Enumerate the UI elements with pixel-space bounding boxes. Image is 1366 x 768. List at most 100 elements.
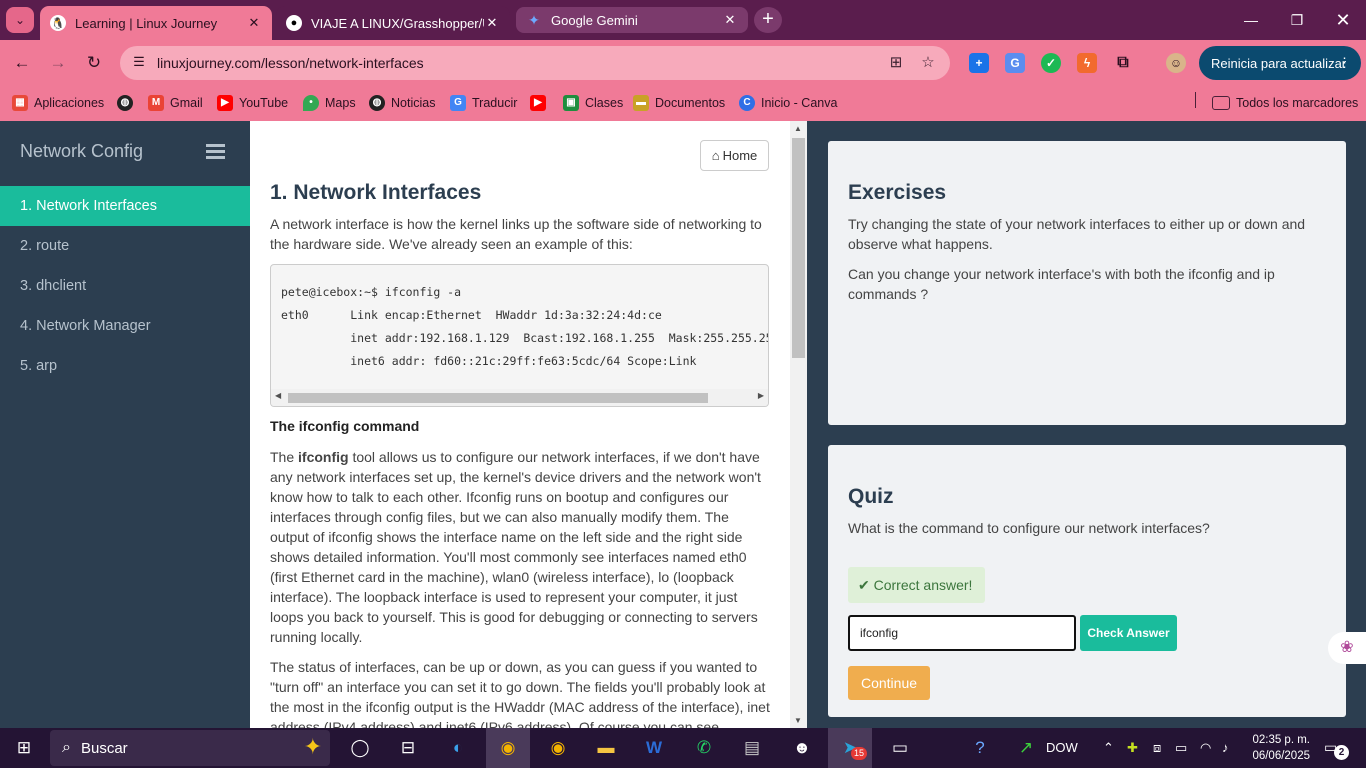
tab-github[interactable]: ● VIAJE A LINUX/Grasshopper/Us ✕ <box>276 6 510 40</box>
chevron-up-icon[interactable]: ⌃ <box>1103 728 1114 768</box>
all-bookmarks[interactable]: Todos los marcadores <box>1212 93 1358 113</box>
forward-button[interactable]: → <box>45 50 71 76</box>
reload-button[interactable]: ↻ <box>81 50 107 76</box>
sidebar-item-route[interactable]: 2. route <box>0 226 250 266</box>
terminal-icon[interactable]: ▭ <box>878 728 922 768</box>
scrollbar-thumb[interactable] <box>288 393 708 403</box>
brain-extension-icon[interactable]: ❀ <box>1328 632 1366 664</box>
bookmark-news[interactable]: ◍ Noticias <box>369 93 435 113</box>
bookmark-apps[interactable]: ▦ Aplicaciones <box>12 93 104 113</box>
extensions-puzzle-icon[interactable]: ⧉ <box>1113 53 1133 73</box>
wifi-icon[interactable]: ◠ <box>1200 728 1211 768</box>
code-line: inet addr:192.168.1.129 Bcast:192.168.1.… <box>281 331 769 345</box>
taskbar-clock[interactable]: 02:35 p. m. 06/06/2025 <box>1240 732 1310 764</box>
tab-linux-journey[interactable]: 🐧 Learning | Linux Journey ✕ <box>40 6 272 40</box>
url-text[interactable]: linuxjourney.com/lesson/network-interfac… <box>157 55 424 71</box>
bookmark-canva[interactable]: C Inicio - Canva <box>739 93 837 113</box>
telegram-badge: 15 <box>851 747 868 760</box>
scroll-up-icon[interactable]: ▲ <box>794 124 802 133</box>
taskbar-search[interactable]: ⌕ Buscar ✦ <box>50 730 330 766</box>
check-answer-button[interactable]: Check Answer <box>1080 615 1177 651</box>
tray-device-icon[interactable]: ⧈ <box>1153 728 1161 768</box>
chrome-icon[interactable]: ◉ <box>536 728 580 768</box>
whatsapp-icon[interactable]: ✆ <box>682 728 726 768</box>
windows-start-icon[interactable]: ⊞ <box>2 728 46 768</box>
address-bar[interactable]: ☰ linuxjourney.com/lesson/network-interf… <box>120 46 950 80</box>
help-icon[interactable]: ? <box>958 728 1002 768</box>
scrollbar-thumb[interactable] <box>792 138 805 358</box>
new-tab-button[interactable]: + <box>754 7 782 33</box>
bookmark-translate[interactable]: G Traducir <box>450 93 517 113</box>
task-view-icon[interactable]: ◯ <box>338 728 382 768</box>
scroll-left-icon[interactable]: ◀ <box>275 391 281 400</box>
lesson-title: 1. Network Interfaces <box>270 181 482 204</box>
content-vertical-scrollbar[interactable]: ▲ ▼ <box>790 121 807 728</box>
continue-button[interactable]: Continue <box>848 666 930 700</box>
date-text: 06/06/2025 <box>1252 750 1310 762</box>
scroll-down-icon[interactable]: ▼ <box>794 716 802 725</box>
sidebar-item-network-interfaces[interactable]: 1. Network Interfaces <box>0 186 250 226</box>
apps-grid-icon: ▦ <box>12 95 28 111</box>
bookmark-youtube-2[interactable]: ▶ <box>530 93 552 113</box>
quiz-answer-input[interactable] <box>848 615 1076 651</box>
battery-icon[interactable]: ▭ <box>1175 728 1187 768</box>
bookmark-label: Gmail <box>170 96 203 110</box>
home-icon: ⌂ <box>711 148 720 163</box>
stock-chart-icon[interactable]: ↗ <box>1004 728 1048 768</box>
back-button[interactable]: ← <box>9 50 35 76</box>
widgets-icon[interactable]: ⊟ <box>386 728 430 768</box>
sidebar-item-arp[interactable]: 5. arp <box>0 346 250 386</box>
code-horizontal-scrollbar[interactable]: ◀ ▶ <box>271 389 768 406</box>
notification-center[interactable]: ▭ 2 <box>1324 739 1349 760</box>
telegram-icon[interactable]: ➤ 15 <box>828 728 872 768</box>
app-window-icon[interactable]: ▤ <box>730 728 774 768</box>
linux-app-icon[interactable]: ☻ <box>780 728 824 768</box>
bookmark-star-icon[interactable]: ☆ <box>918 53 938 73</box>
update-chrome-button[interactable]: Reinicia para actualizar ⋮ <box>1199 46 1361 80</box>
edge-icon[interactable]: ◐ <box>436 728 480 768</box>
minimize-button[interactable]: — <box>1228 0 1274 40</box>
tray-app-icon[interactable]: ✚ <box>1127 728 1138 768</box>
sidebar-title[interactable]: Network Config <box>20 141 143 162</box>
volume-icon[interactable]: ♪ <box>1222 728 1229 768</box>
chrome-profile-icon[interactable]: ◉ <box>486 728 530 768</box>
chevron-down-icon: ⌄ <box>14 13 26 27</box>
bookmark-docs[interactable]: ▬ Documentos <box>633 93 725 113</box>
site-info-icon[interactable]: ☰ <box>130 54 148 72</box>
bookmark-gmail[interactable]: M Gmail <box>148 93 203 113</box>
home-button[interactable]: ⌂ Home <box>700 140 769 171</box>
extension-add-icon[interactable]: + <box>969 53 989 73</box>
taskbar: ⊞ ⌕ Buscar ✦ ◯ ⊟ ◐ ◉ ◉ ▬ W ✆ ▤ ☻ ➤ 15 ▭ ?… <box>0 728 1366 768</box>
close-icon[interactable]: ✕ <box>484 15 500 31</box>
bookmark-label: Noticias <box>391 96 436 110</box>
window-close-button[interactable]: ✕ <box>1320 0 1366 40</box>
more-menu-icon[interactable]: ⋮ <box>1338 55 1351 71</box>
sidebar-item-dhclient[interactable]: 3. dhclient <box>0 266 250 306</box>
bookmark-youtube[interactable]: ▶ YouTube <box>217 93 288 113</box>
stock-label[interactable]: DOW <box>1046 728 1078 768</box>
translate-icon: G <box>450 95 466 111</box>
menu-hamburger-icon[interactable] <box>206 144 225 160</box>
restore-button[interactable]: ❐ <box>1274 0 1320 40</box>
bookmark-classroom[interactable]: ▣ Clases <box>563 93 623 113</box>
ifconfig-bold: ifconfig <box>298 449 349 465</box>
bookmark-globe[interactable]: ◍ <box>117 93 139 113</box>
translate-icon[interactable]: ⊞ <box>886 53 906 73</box>
profile-avatar[interactable]: ☺ <box>1166 53 1186 73</box>
bookmark-maps[interactable]: • Maps <box>303 93 356 113</box>
close-icon[interactable]: ✕ <box>722 12 738 28</box>
extension-check-icon[interactable]: ✓ <box>1041 53 1061 73</box>
sidebar-item-network-manager[interactable]: 4. Network Manager <box>0 306 250 346</box>
word-icon[interactable]: W <box>632 728 676 768</box>
file-explorer-icon[interactable]: ▬ <box>584 728 628 768</box>
close-icon[interactable]: ✕ <box>246 15 262 31</box>
tab-gemini[interactable]: ✦ Google Gemini ✕ <box>516 7 748 33</box>
exercises-panel: Exercises Try changing the state of your… <box>828 141 1346 425</box>
sparkle-icon: ✦ <box>303 734 322 759</box>
correct-answer-alert: ✔ Correct answer! <box>848 567 985 603</box>
notification-count: 2 <box>1334 745 1349 760</box>
scroll-right-icon[interactable]: ▶ <box>758 391 764 400</box>
tab-search-button[interactable]: ⌄ <box>6 7 34 33</box>
extension-bolt-icon[interactable]: ϟ <box>1077 53 1097 73</box>
extension-translate-icon[interactable]: G <box>1005 53 1025 73</box>
